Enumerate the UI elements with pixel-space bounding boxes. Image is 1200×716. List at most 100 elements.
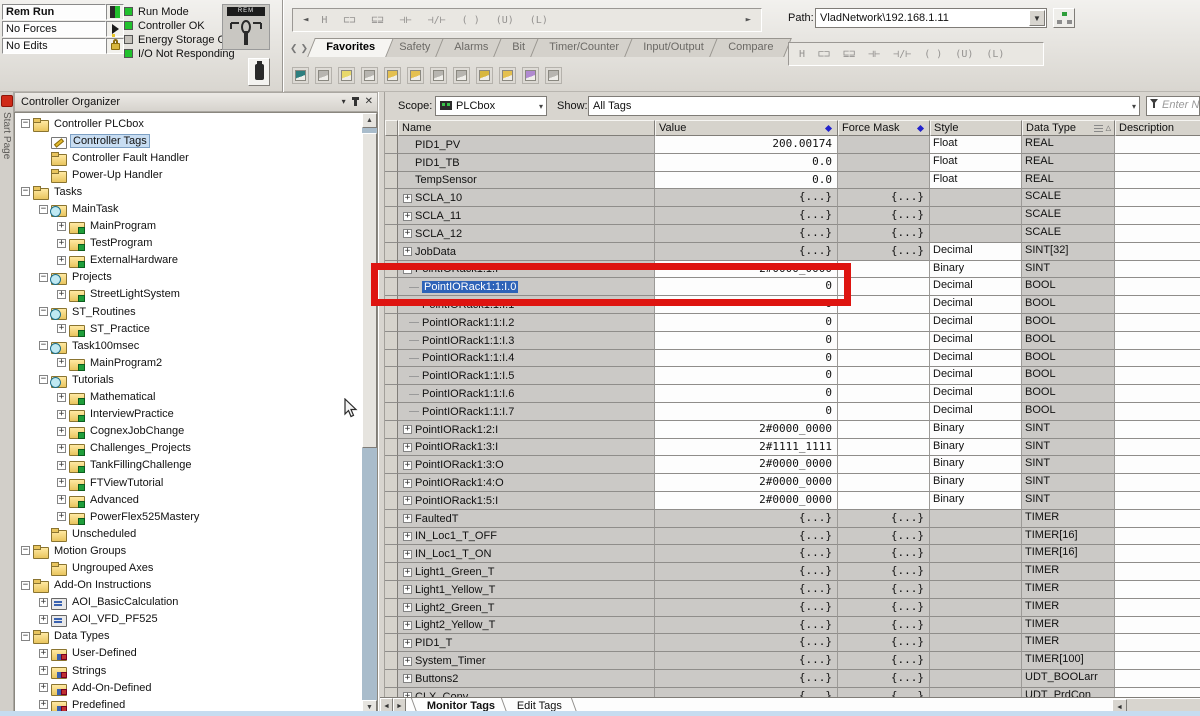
tag-value-cell[interactable]: {...}	[655, 634, 838, 652]
data-type-cell[interactable]: SINT	[1022, 439, 1115, 457]
expand-plus-icon[interactable]: +	[403, 585, 412, 594]
tag-value-cell[interactable]: {...}	[655, 528, 838, 546]
controller-mode-box[interactable]: Rem Run	[2, 4, 106, 20]
tag-name-cell[interactable]: +Light2_Yellow_T	[398, 617, 655, 635]
otu-coil-icon[interactable]: (U)	[496, 15, 514, 26]
data-type-cell[interactable]: BOOL	[1022, 350, 1115, 368]
description-cell[interactable]	[1115, 403, 1200, 421]
data-type-cell[interactable]: BOOL	[1022, 314, 1115, 332]
expand-plus-icon[interactable]: +	[403, 194, 412, 203]
style-cell[interactable]	[930, 528, 1022, 546]
data-type-cell[interactable]: SINT	[1022, 474, 1115, 492]
tag-name-cell[interactable]: +SCLA_11	[398, 207, 655, 225]
style-cell[interactable]: Decimal	[930, 403, 1022, 421]
tree-item-controller-tags[interactable]: Controller Tags	[15, 132, 361, 149]
column-header-description[interactable]: Description	[1115, 120, 1200, 136]
force-mask-cell[interactable]	[838, 403, 930, 421]
expand-plus-icon[interactable]: +	[57, 256, 66, 265]
expand-plus-icon[interactable]: +	[403, 212, 412, 221]
description-cell[interactable]	[1115, 439, 1200, 457]
row-selector[interactable]	[385, 154, 398, 172]
column-header-name[interactable]: Name	[398, 120, 655, 136]
expand-plus-icon[interactable]: +	[403, 479, 412, 488]
chevron-down-icon[interactable]: ▼	[1029, 10, 1045, 26]
data-type-cell[interactable]: TIMER	[1022, 581, 1115, 599]
style-cell[interactable]	[930, 634, 1022, 652]
expand-plus-icon[interactable]: +	[57, 495, 66, 504]
data-type-cell[interactable]: TIMER	[1022, 510, 1115, 528]
tree-item-interviewpractice[interactable]: +InterviewPractice	[15, 406, 361, 423]
data-type-cell[interactable]: SINT	[1022, 421, 1115, 439]
close-icon[interactable]: ✕	[365, 96, 373, 107]
tag-name-cell[interactable]: PointIORack1:1:I.6	[398, 385, 655, 403]
disabled-grid-icon[interactable]	[315, 67, 332, 84]
force-mask-cell[interactable]	[838, 296, 930, 314]
row-selector[interactable]	[385, 652, 398, 670]
browse-folder-icon[interactable]	[499, 67, 516, 84]
tag-value-cell[interactable]: 0.0	[655, 154, 838, 172]
data-type-cell[interactable]: SINT	[1022, 492, 1115, 510]
expand-plus-icon[interactable]: +	[403, 550, 412, 559]
style-cell[interactable]	[930, 688, 1022, 697]
tree-item-st-routines[interactable]: −ST_Routines	[15, 303, 361, 320]
disabled-panel-icon[interactable]	[545, 67, 562, 84]
description-cell[interactable]	[1115, 278, 1200, 296]
data-type-cell[interactable]: BOOL	[1022, 385, 1115, 403]
row-selector[interactable]	[385, 528, 398, 546]
description-cell[interactable]	[1115, 634, 1200, 652]
style-cell[interactable]: Decimal	[930, 350, 1022, 368]
tag-value-cell[interactable]: {...}	[655, 243, 838, 261]
tabs-next-icon[interactable]: ❯	[301, 43, 309, 54]
expand-plus-icon[interactable]: +	[57, 427, 66, 436]
tag-name-cell[interactable]: +PID1_T	[398, 634, 655, 652]
expand-plus-icon[interactable]: +	[57, 410, 66, 419]
expand-plus-icon[interactable]: +	[403, 496, 412, 505]
style-cell[interactable]: Float	[930, 154, 1022, 172]
force-mask-cell[interactable]: {...}	[838, 545, 930, 563]
force-mask-cell[interactable]	[838, 474, 930, 492]
style-cell[interactable]: Binary	[930, 456, 1022, 474]
style-cell[interactable]	[930, 581, 1022, 599]
data-type-cell[interactable]: UDT_PrdCon	[1022, 688, 1115, 697]
tag-name-cell[interactable]: +PointIORack1:2:I	[398, 421, 655, 439]
tree-item-mathematical[interactable]: +Mathematical	[15, 389, 361, 406]
description-cell[interactable]	[1115, 189, 1200, 207]
force-mask-cell[interactable]	[838, 172, 930, 190]
row-selector[interactable]	[385, 439, 398, 457]
force-mask-cell[interactable]	[838, 136, 930, 154]
row-selector[interactable]	[385, 421, 398, 439]
force-mask-cell[interactable]	[838, 261, 930, 279]
force-mask-cell[interactable]: {...}	[838, 670, 930, 688]
style-cell[interactable]: Decimal	[930, 296, 1022, 314]
tag-name-cell[interactable]: +PointIORack1:3:O	[398, 456, 655, 474]
tag-value-cell[interactable]: 0	[655, 332, 838, 350]
row-selector[interactable]	[385, 385, 398, 403]
expand-plus-icon[interactable]: +	[39, 683, 48, 692]
history-folder-icon[interactable]	[476, 67, 493, 84]
force-mask-cell[interactable]: {...}	[838, 207, 930, 225]
grid-sort-icon[interactable]	[1094, 125, 1103, 132]
force-mask-cell[interactable]	[838, 350, 930, 368]
tree-item-mainprogram2[interactable]: +MainProgram2	[15, 354, 361, 371]
row-selector[interactable]	[385, 225, 398, 243]
tree-item-tutorials[interactable]: −Tutorials	[15, 371, 361, 388]
style-cell[interactable]: Decimal	[930, 367, 1022, 385]
tag-value-cell[interactable]: {...}	[655, 670, 838, 688]
tag-name-cell[interactable]: +PointIORack1:4:O	[398, 474, 655, 492]
tag-value-cell[interactable]: {...}	[655, 225, 838, 243]
show-dropdown[interactable]: All Tags▾	[588, 96, 1140, 116]
row-selector[interactable]	[385, 136, 398, 154]
expand-plus-icon[interactable]: +	[57, 444, 66, 453]
force-mask-cell[interactable]	[838, 278, 930, 296]
expand-plus-icon[interactable]: +	[57, 222, 66, 231]
data-type-cell[interactable]: SINT	[1022, 456, 1115, 474]
expand-plus-icon[interactable]: +	[403, 674, 412, 683]
tree-item-st-practice[interactable]: +ST_Practice	[15, 320, 361, 337]
collapse-minus-icon[interactable]: −	[39, 307, 48, 316]
tag-value-cell[interactable]: 0	[655, 314, 838, 332]
tag-value-cell[interactable]: {...}	[655, 688, 838, 697]
row-selector[interactable]	[385, 350, 398, 368]
tag-value-cell[interactable]: 0	[655, 350, 838, 368]
tree-item-streetlightsystem[interactable]: +StreetLightSystem	[15, 286, 361, 303]
description-cell[interactable]	[1115, 350, 1200, 368]
